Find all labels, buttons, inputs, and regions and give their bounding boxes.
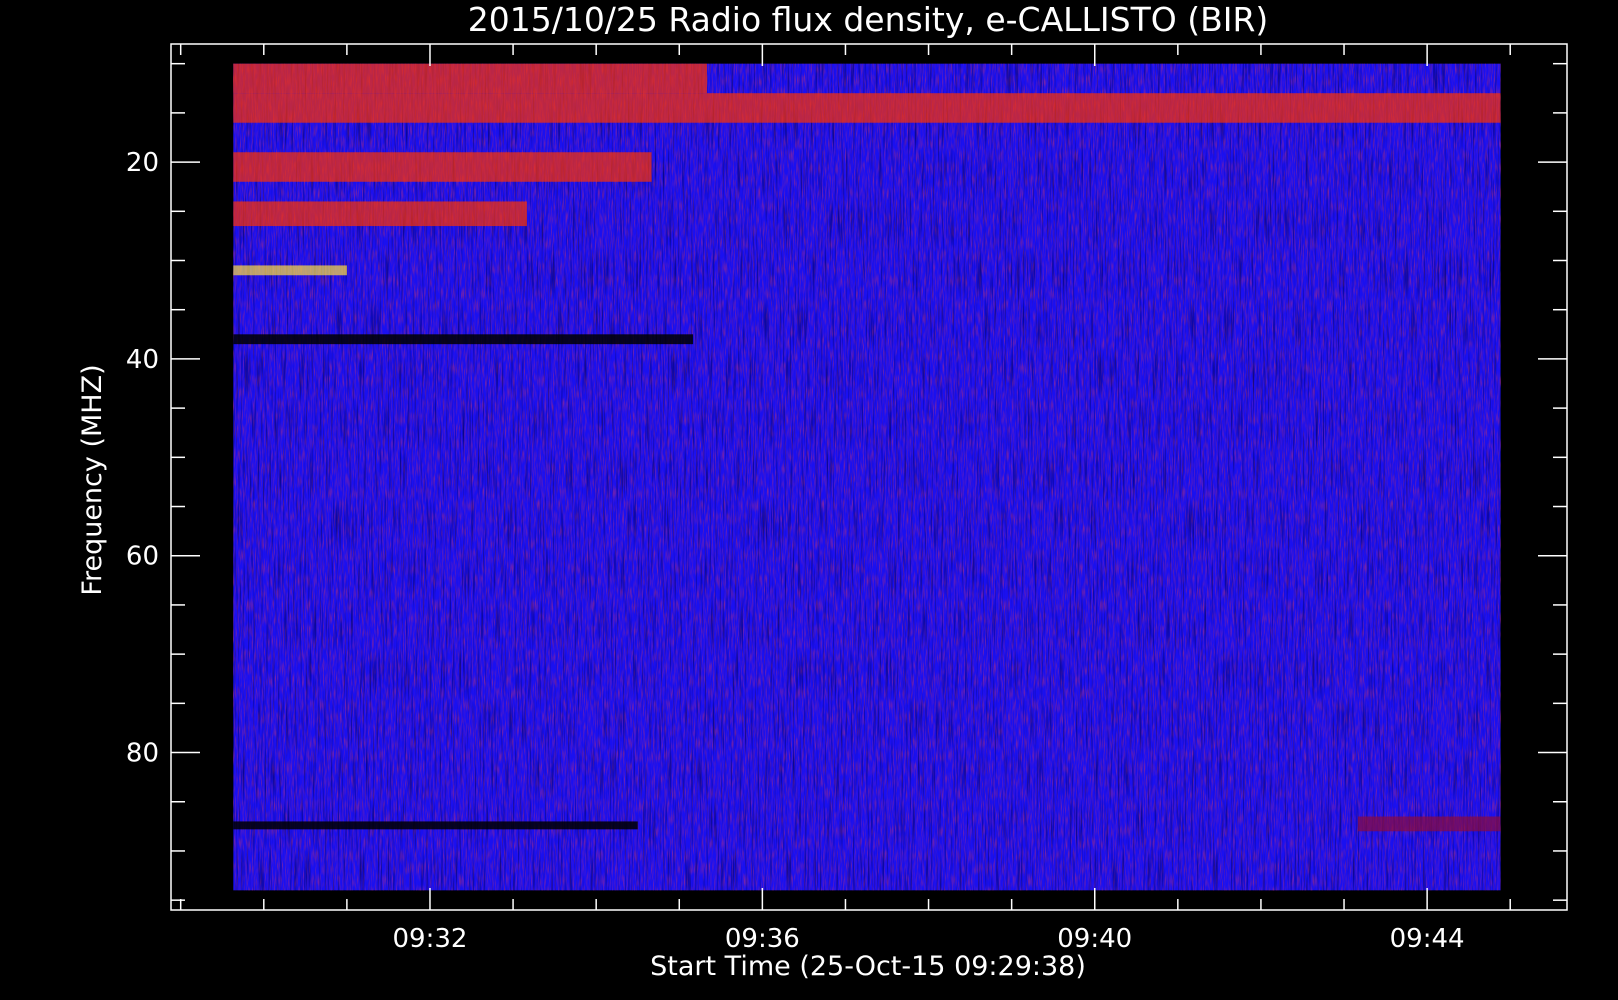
x-tick-label: 09:36 <box>725 924 800 954</box>
y-tick-label: 80 <box>126 739 159 769</box>
emission-band-7 <box>1357 816 1501 832</box>
emission-band-6 <box>233 821 638 830</box>
x-tick-label: 09:40 <box>1057 924 1132 954</box>
y-tick-label: 60 <box>126 542 159 572</box>
y-tick-label: 20 <box>126 148 159 178</box>
plot-area <box>233 63 1501 891</box>
emission-band-1 <box>233 93 1501 123</box>
emission-band-5 <box>233 334 694 345</box>
x-tick-label: 09:32 <box>393 924 468 954</box>
x-tick-label: 09:44 <box>1390 924 1465 954</box>
y-tick-label: 40 <box>126 345 159 375</box>
dark-streaks <box>233 63 1501 891</box>
emission-band-2 <box>233 152 652 182</box>
emission-band-4 <box>233 265 347 276</box>
emission-band-3 <box>233 201 527 227</box>
emission-band-0 <box>233 63 707 94</box>
y-axis-label: Frequency (MHZ) <box>77 364 108 595</box>
x-axis-label: Start Time (25-Oct-15 09:29:38) <box>650 951 1086 982</box>
spectrogram-chart: 2015/10/25 Radio flux density, e-CALLIST… <box>77 0 1568 982</box>
chart-title: 2015/10/25 Radio flux density, e-CALLIST… <box>468 0 1269 39</box>
